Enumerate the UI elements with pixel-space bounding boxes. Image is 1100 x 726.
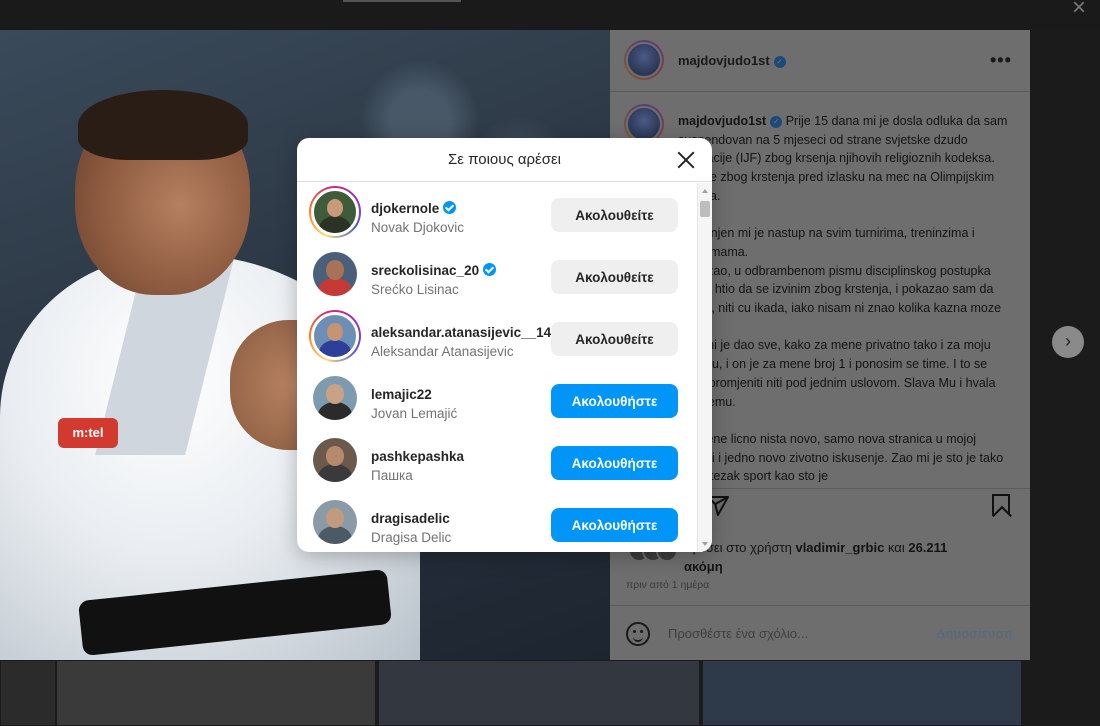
liker-row[interactable]: lemajic22 Jovan Lemajić Ακολουθήστε xyxy=(297,369,697,431)
caption-text: Prije 15 dana mi je dosla odluka da sam … xyxy=(678,114,1008,482)
liker-full-name: Jovan Lemajić xyxy=(371,406,458,421)
liker-avatar[interactable] xyxy=(309,434,361,486)
verified-badge-icon xyxy=(483,263,497,276)
verified-badge-icon: ✓ xyxy=(773,55,786,68)
active-tab-indicator xyxy=(343,0,461,2)
profile-tabs-background xyxy=(0,0,1100,30)
save-bookmark-icon[interactable] xyxy=(992,494,1010,516)
liker-row[interactable]: sreckolisinac_20 Srećko Lisinac Ακολουθε… xyxy=(297,245,697,307)
liker-row[interactable]: aleksandar.atanasijevic__14 Aleksandar A… xyxy=(297,307,697,369)
divider xyxy=(610,605,1030,606)
grid-thumbnail[interactable] xyxy=(702,660,1022,726)
scroll-up-arrow-icon[interactable] xyxy=(702,189,708,193)
sponsor-logo: m:tel xyxy=(58,418,118,448)
athlete-hair xyxy=(78,90,248,160)
liker-username[interactable]: dragisadelic xyxy=(371,511,450,526)
following-button[interactable]: Ακολουθείτε xyxy=(551,198,678,232)
liker-avatar[interactable] xyxy=(309,310,361,362)
post-timestamp: πριν από 1 ημέρα xyxy=(626,579,710,591)
grid-thumbnail[interactable] xyxy=(0,660,56,726)
dialog-title: Σε ποιους αρέσει xyxy=(447,151,562,168)
divider xyxy=(610,91,1030,92)
liker-username[interactable]: sreckolisinac_20 xyxy=(371,263,497,278)
more-options-icon[interactable]: ••• xyxy=(990,50,1012,71)
post-comment-button[interactable]: Δημοσίευση xyxy=(936,626,1012,641)
scrollbar-thumb[interactable] xyxy=(700,201,710,217)
liker-full-name: Пашка xyxy=(371,468,413,483)
liker-username[interactable]: aleksandar.atanasijevic__14 xyxy=(371,325,551,340)
dialog-header: Σε ποιους αρέσει xyxy=(297,138,712,182)
grid-thumbnail[interactable] xyxy=(56,660,376,726)
likes-summary[interactable]: Αρέσει στο χρήστη vladimir_grbic και 26.… xyxy=(684,538,1014,576)
post-caption: majdovjudo1st ✓ Prije 15 dana mi je dosla… xyxy=(678,112,1008,482)
caption-author[interactable]: majdovjudo1st xyxy=(678,114,766,128)
liker-avatar[interactable] xyxy=(309,372,361,424)
list-scrollbar[interactable] xyxy=(697,183,712,552)
comment-input[interactable]: Προσθέστε ένα σχόλιο... xyxy=(668,626,808,641)
liker-full-name: Dragisa Delic xyxy=(371,530,452,545)
following-button[interactable]: Ακολουθείτε xyxy=(551,260,678,294)
follow-button[interactable]: Ακολουθήστε xyxy=(551,384,678,418)
liker-avatar[interactable] xyxy=(309,248,361,300)
likes-dialog: Σε ποιους αρέσει djokernole Novak Djokov… xyxy=(297,138,712,552)
liker-username[interactable]: djokernole xyxy=(371,201,457,216)
next-post-arrow-icon[interactable]: › xyxy=(1052,326,1084,358)
verified-badge-icon: ✓ xyxy=(770,115,783,128)
following-button[interactable]: Ακολουθείτε xyxy=(551,322,678,356)
follow-button[interactable]: Ακολουθήστε xyxy=(551,508,678,542)
author-avatar[interactable] xyxy=(624,40,664,80)
liker-username[interactable]: pashkepashka xyxy=(371,449,464,464)
liker-username[interactable]: lemajic22 xyxy=(371,387,432,402)
liker-row[interactable]: pashkepashka Пашка Ακολουθήστε xyxy=(297,431,697,493)
liker-avatar[interactable] xyxy=(309,186,361,238)
likers-list[interactable]: djokernole Novak Djokovic Ακολουθείτε sr… xyxy=(297,183,697,552)
scroll-down-arrow-icon[interactable] xyxy=(702,542,708,546)
emoji-icon[interactable] xyxy=(626,622,650,646)
liker-full-name: Novak Djokovic xyxy=(371,220,465,235)
liker-full-name: Aleksandar Atanasijevic xyxy=(371,344,514,359)
liker-avatar[interactable] xyxy=(309,496,361,548)
close-icon[interactable] xyxy=(675,149,697,171)
verified-badge-icon xyxy=(443,201,457,214)
close-icon[interactable]: × xyxy=(1072,0,1086,22)
liker-row[interactable]: djokernole Novak Djokovic Ακολουθείτε xyxy=(297,183,697,245)
author-username[interactable]: majdovjudo1st ✓ xyxy=(678,53,786,68)
follow-button[interactable]: Ακολουθήστε xyxy=(551,446,678,480)
grid-thumbnail[interactable] xyxy=(378,660,700,726)
liker-full-name: Srećko Lisinac xyxy=(371,282,459,297)
liker-row[interactable]: dragisadelic Dragisa Delic Ακολουθήστε xyxy=(297,493,697,552)
